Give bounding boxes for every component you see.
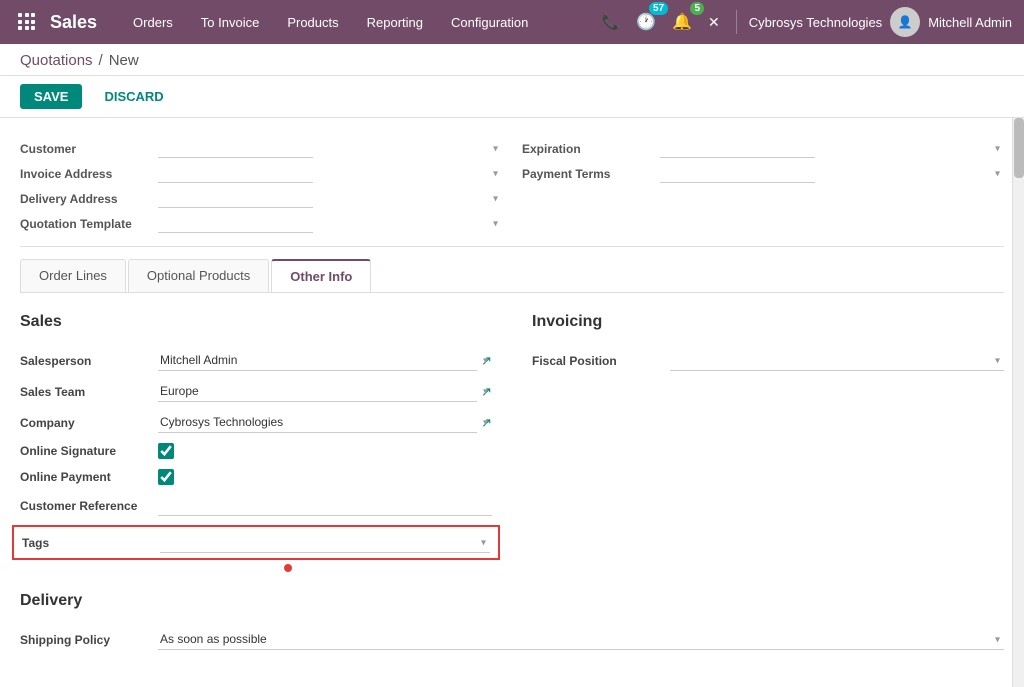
nav-orders[interactable]: Orders xyxy=(121,9,185,36)
invoicing-section-title: Invoicing xyxy=(532,313,1004,331)
online-signature-row: Online Signature xyxy=(20,438,492,464)
breadcrumb-current: New xyxy=(109,52,139,69)
customer-reference-label: Customer Reference xyxy=(20,499,150,513)
salesperson-row: Salesperson Mitchell Admin ▾ ↗ xyxy=(20,345,492,376)
delivery-address-label: Delivery Address xyxy=(20,192,150,206)
company-link-icon[interactable]: ↗ xyxy=(481,415,492,431)
online-payment-row: Online Payment xyxy=(20,464,492,490)
shipping-policy-label: Shipping Policy xyxy=(20,633,150,647)
tags-error-dot xyxy=(284,564,292,572)
invoicing-section: Invoicing Fiscal Position ▾ xyxy=(532,313,1004,572)
discard-button[interactable]: DISCARD xyxy=(90,84,177,109)
company-label: Company xyxy=(20,416,150,430)
breadcrumb-area: Quotations / New xyxy=(0,44,1024,76)
sales-team-row: Sales Team Europe ▾ ↗ xyxy=(20,376,492,407)
payment-terms-label: Payment Terms xyxy=(522,167,652,181)
nav-menu: Orders To Invoice Products Reporting Con… xyxy=(121,9,597,36)
tab-content-other-info: Sales Salesperson Mitchell Admin ▾ ↗ Sal… xyxy=(20,293,1004,675)
sales-team-link-icon[interactable]: ↗ xyxy=(481,384,492,400)
breadcrumb: Quotations / New xyxy=(20,52,1004,75)
expiration-row: Expiration ▾ xyxy=(522,136,1004,161)
salesperson-label: Salesperson xyxy=(20,354,150,368)
customer-select-wrap: ▾ xyxy=(158,139,502,158)
customer-input[interactable] xyxy=(158,139,313,158)
nav-to-invoice[interactable]: To Invoice xyxy=(189,9,272,36)
invoice-address-input[interactable] xyxy=(158,164,313,183)
company-select[interactable]: Cybrosys Technologies xyxy=(158,412,477,433)
phone-icon[interactable]: 📞 xyxy=(597,9,624,35)
nav-configuration[interactable]: Configuration xyxy=(439,9,540,36)
delivery-section: Delivery Shipping Policy As soon as poss… xyxy=(20,592,1004,655)
fiscal-position-label: Fiscal Position xyxy=(532,354,662,368)
nav-products[interactable]: Products xyxy=(275,9,350,36)
quotation-template-row: Quotation Template ▾ xyxy=(20,211,502,236)
shipping-policy-select[interactable]: As soon as possible xyxy=(158,629,1004,650)
online-signature-label: Online Signature xyxy=(20,444,150,458)
tags-input[interactable] xyxy=(160,532,490,553)
app-brand: Sales xyxy=(50,12,97,33)
shipping-policy-row: Shipping Policy As soon as possible ▾ xyxy=(20,624,1004,655)
invoice-address-row: Invoice Address ▾ xyxy=(20,161,502,186)
save-button[interactable]: SAVE xyxy=(20,84,82,109)
tab-other-info[interactable]: Other Info xyxy=(271,259,371,292)
customer-label: Customer xyxy=(20,142,150,156)
salesperson-link-icon[interactable]: ↗ xyxy=(481,353,492,369)
scrollbar-thumb[interactable] xyxy=(1014,118,1024,178)
salesperson-select[interactable]: Mitchell Admin xyxy=(158,350,477,371)
tab-bar: Order Lines Optional Products Other Info xyxy=(20,259,1004,293)
tab-order-lines[interactable]: Order Lines xyxy=(20,259,126,292)
sales-section: Sales Salesperson Mitchell Admin ▾ ↗ Sal… xyxy=(20,313,492,572)
online-payment-label: Online Payment xyxy=(20,470,150,484)
clock-badge-wrap[interactable]: 🕐 57 xyxy=(632,8,660,36)
clock-badge: 57 xyxy=(649,2,668,15)
expiration-input[interactable] xyxy=(660,139,815,158)
expiration-label: Expiration xyxy=(522,142,652,156)
customer-reference-input[interactable] xyxy=(158,495,492,516)
form-top-fields: Customer ▾ Invoice Address ▾ Delivery Ad… xyxy=(20,130,1004,247)
action-bar: SAVE DISCARD xyxy=(0,76,1024,118)
user-name[interactable]: Mitchell Admin xyxy=(928,15,1012,30)
tags-label: Tags xyxy=(22,536,152,550)
grid-menu-icon[interactable] xyxy=(12,7,42,37)
quotation-template-input[interactable] xyxy=(158,214,313,233)
close-icon[interactable]: ✕ xyxy=(704,10,724,35)
delivery-address-input[interactable] xyxy=(158,189,313,208)
fiscal-position-row: Fiscal Position ▾ xyxy=(532,345,1004,376)
main-content: Customer ▾ Invoice Address ▾ Delivery Ad… xyxy=(0,118,1024,687)
payment-terms-row: Payment Terms ▾ xyxy=(522,161,1004,186)
breadcrumb-separator: / xyxy=(99,52,103,69)
user-avatar[interactable]: 👤 xyxy=(890,7,920,37)
customer-field-row: Customer ▾ xyxy=(20,136,502,161)
company-name: Cybrosys Technologies xyxy=(749,15,882,30)
tags-row: Tags ▾ xyxy=(12,525,500,560)
online-payment-checkbox[interactable] xyxy=(158,469,174,485)
sales-team-select[interactable]: Europe xyxy=(158,381,477,402)
scrollbar[interactable] xyxy=(1012,118,1024,687)
quotation-template-label: Quotation Template xyxy=(20,217,150,231)
bell-badge-wrap[interactable]: 🔔 5 xyxy=(668,8,696,36)
breadcrumb-parent[interactable]: Quotations xyxy=(20,52,93,69)
invoice-address-label: Invoice Address xyxy=(20,167,150,181)
tab-optional-products[interactable]: Optional Products xyxy=(128,259,269,292)
nav-right: 📞 🕐 57 🔔 5 ✕ Cybrosys Technologies 👤 Mit… xyxy=(597,7,1012,37)
payment-terms-input[interactable] xyxy=(660,164,815,183)
sales-section-title: Sales xyxy=(20,313,492,331)
two-column-layout: Sales Salesperson Mitchell Admin ▾ ↗ Sal… xyxy=(20,313,1004,572)
top-navigation: Sales Orders To Invoice Products Reporti… xyxy=(0,0,1024,44)
nav-reporting[interactable]: Reporting xyxy=(355,9,435,36)
sales-team-label: Sales Team xyxy=(20,385,150,399)
online-signature-checkbox[interactable] xyxy=(158,443,174,459)
delivery-address-row: Delivery Address ▾ xyxy=(20,186,502,211)
nav-divider xyxy=(736,10,737,34)
delivery-section-title: Delivery xyxy=(20,592,1004,610)
bell-badge: 5 xyxy=(690,2,704,15)
fiscal-position-select[interactable] xyxy=(670,350,1004,371)
company-row: Company Cybrosys Technologies ▾ ↗ xyxy=(20,407,492,438)
customer-reference-row: Customer Reference xyxy=(20,490,492,521)
